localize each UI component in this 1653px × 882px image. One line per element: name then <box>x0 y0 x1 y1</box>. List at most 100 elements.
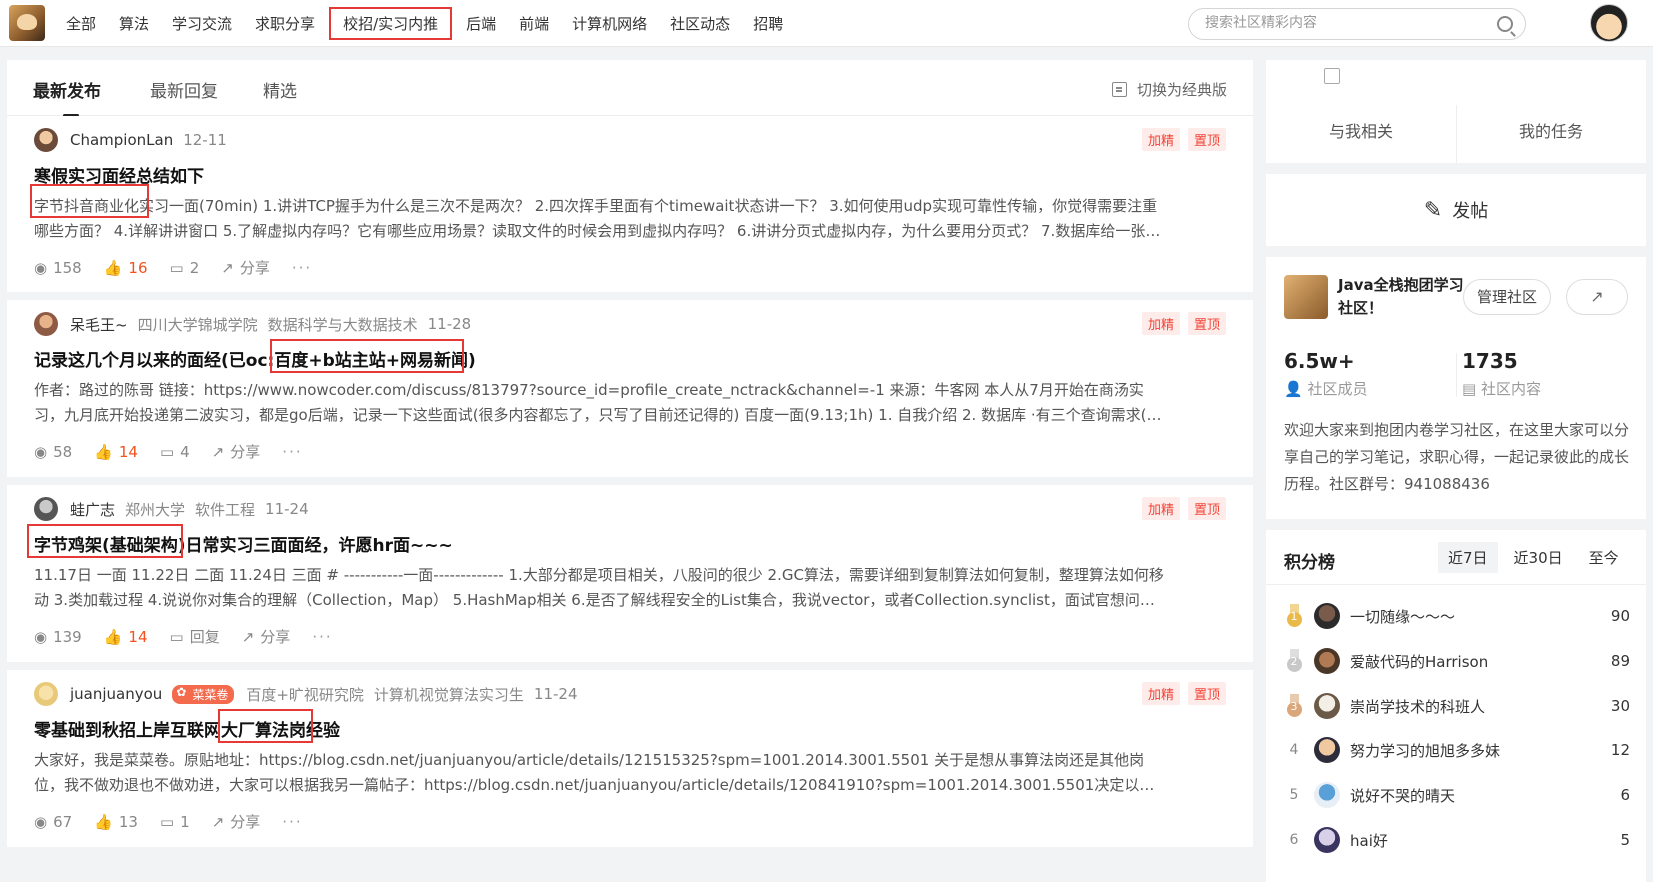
tag-pinned[interactable]: 置顶 <box>1187 312 1226 335</box>
user-avatar[interactable] <box>1314 737 1340 763</box>
share-button[interactable]: ↗ 分享 <box>212 441 261 462</box>
post-card[interactable]: 蛙广志 郑州大学 软件工程 11-24 加精 置顶 字节鸡架(基础架构)日常实习… <box>7 485 1253 670</box>
edit-icon[interactable] <box>1324 68 1340 84</box>
nav-item-frontend[interactable]: 前端 <box>519 13 549 34</box>
like-button[interactable]: 👍 14 <box>94 443 138 461</box>
tab-30-days[interactable]: 近30日 <box>1504 542 1573 573</box>
leaderboard-row[interactable]: 5 说好不哭的晴天 6 <box>1284 780 1630 810</box>
members-count: 6.5w+ <box>1284 349 1355 373</box>
share-icon: ↗ <box>221 258 234 277</box>
user-name[interactable]: 一切随缘～～～ <box>1350 606 1611 627</box>
nav-item-campus-referral[interactable]: 校招/实习内推 <box>329 7 453 40</box>
post-excerpt[interactable]: 作者：路过的陈哥 链接：https://www.nowcoder.com/dis… <box>34 378 1166 428</box>
post-excerpt[interactable]: 字节抖音商业化实习一面(70min) 1.讲讲TCP握手为什么是三次不是两次？ … <box>34 194 1166 244</box>
tab-my-tasks[interactable]: 我的任务 <box>1456 118 1646 142</box>
post-title[interactable]: 记录这几个月以来的面经(已oc:百度+b站主站+网易新闻) <box>34 346 476 371</box>
author-avatar[interactable] <box>34 682 58 706</box>
leaderboard-row[interactable]: 3 崇尚学技术的科班人 30 <box>1284 691 1630 721</box>
more-options-icon[interactable]: ··· <box>282 813 302 831</box>
tab-featured[interactable]: 精选 <box>263 77 297 102</box>
author-name[interactable]: ChampionLan <box>70 131 173 149</box>
reply-button[interactable]: ▭ 回复 <box>170 626 220 647</box>
user-name[interactable]: 爱敲代码的Harrison <box>1350 651 1611 672</box>
user-name[interactable]: 崇尚学技术的科班人 <box>1350 696 1611 717</box>
site-logo[interactable] <box>9 5 45 41</box>
comment-button[interactable]: ▭ 2 <box>170 259 200 277</box>
tab-related-to-me[interactable]: 与我相关 <box>1266 118 1456 142</box>
share-button[interactable]: ↗ 分享 <box>242 626 291 647</box>
post-title[interactable]: 字节鸡架(基础架构)日常实习三面面经，许愿hr面~~~ <box>34 531 453 556</box>
like-button[interactable]: 👍 14 <box>104 628 148 646</box>
tag-featured[interactable]: 加精 <box>1141 312 1180 335</box>
nav-item-all[interactable]: 全部 <box>66 13 96 34</box>
tag-pinned[interactable]: 置顶 <box>1187 682 1226 705</box>
post-excerpt[interactable]: 11.17日 一面 11.22日 二面 11.24日 三面 # --------… <box>34 563 1166 613</box>
author-name[interactable]: 呆毛王~ <box>70 314 128 335</box>
user-avatar[interactable] <box>1314 827 1340 853</box>
rank-number: 5 <box>1289 787 1299 803</box>
author-avatar[interactable] <box>34 312 58 336</box>
switch-label: 切换为经典版 <box>1136 81 1227 99</box>
comment-button[interactable]: ▭ 4 <box>160 443 190 461</box>
tab-7-days[interactable]: 近7日 <box>1438 542 1498 573</box>
tag-featured[interactable]: 加精 <box>1141 497 1180 520</box>
nav-item-backend[interactable]: 后端 <box>466 13 496 34</box>
nav-item-community-news[interactable]: 社区动态 <box>670 13 730 34</box>
tab-latest[interactable]: 最新发布 <box>33 77 101 117</box>
search-icon[interactable] <box>1497 16 1513 32</box>
user-name[interactable]: 努力学习的旭旭多多妹 <box>1350 740 1611 761</box>
more-options-icon[interactable]: ··· <box>312 628 332 646</box>
author-avatar[interactable] <box>34 128 58 152</box>
nav-item-learning[interactable]: 学习交流 <box>172 13 232 34</box>
share-icon: ↗ <box>211 442 225 461</box>
tab-all-time[interactable]: 至今 <box>1579 542 1629 573</box>
user-avatar[interactable] <box>1314 782 1340 808</box>
share-button[interactable]: ↗ 分享 <box>221 257 270 278</box>
like-button[interactable]: 👍 13 <box>94 813 138 831</box>
more-options-icon[interactable]: ··· <box>292 259 312 277</box>
author-avatar[interactable] <box>34 497 58 521</box>
nav-item-job-sharing[interactable]: 求职分享 <box>255 13 315 34</box>
share-button[interactable]: ↗ 分享 <box>212 811 261 832</box>
tag-pinned[interactable]: 置顶 <box>1187 128 1226 151</box>
user-avatar[interactable] <box>1314 693 1340 719</box>
tag-featured[interactable]: 加精 <box>1141 128 1180 151</box>
nav-item-algorithm[interactable]: 算法 <box>119 13 149 34</box>
nav-item-recruit[interactable]: 招聘 <box>753 13 783 34</box>
search-input[interactable] <box>1205 15 1485 31</box>
user-name[interactable]: 说好不哭的晴天 <box>1350 785 1620 806</box>
leaderboard-row[interactable]: 6 hai好 5 <box>1284 825 1630 855</box>
leaderboard-row[interactable]: 4 努力学习的旭旭多多妹 12 <box>1284 735 1630 765</box>
switch-classic-button[interactable]: 切换为经典版 <box>1111 79 1227 100</box>
leaderboard-row[interactable]: 1 一切随缘～～～ 90 <box>1284 601 1630 631</box>
manage-community-button[interactable]: 管理社区 <box>1463 279 1551 315</box>
like-button[interactable]: 👍 16 <box>104 259 148 277</box>
eye-icon: ◉ <box>34 812 48 831</box>
create-post-button[interactable]: ✎ 发帖 <box>1266 174 1646 246</box>
points-value: 5 <box>1620 831 1630 849</box>
post-card[interactable]: juanjuanyou 菜菜卷 百度+旷视研究院 计算机视觉算法实习生 11-2… <box>7 670 1253 855</box>
post-card[interactable]: 呆毛王~ 四川大学锦城学院 数据科学与大数据技术 11-28 加精 置顶 记录这… <box>7 300 1253 485</box>
user-avatar[interactable] <box>1314 648 1340 674</box>
leaderboard-row[interactable]: 2 爱敲代码的Harrison 89 <box>1284 646 1630 676</box>
post-card[interactable]: ChampionLan 12-11 加精 置顶 寒假实习面经总结如下 字节抖音商… <box>7 116 1253 300</box>
post-title[interactable]: 零基础到秋招上岸互联网大厂算法岗经验 <box>34 716 340 741</box>
divider <box>1266 584 1646 585</box>
author-name[interactable]: 蛙广志 <box>70 499 115 520</box>
tab-latest-reply[interactable]: 最新回复 <box>150 77 218 102</box>
tag-featured[interactable]: 加精 <box>1141 682 1180 705</box>
post-tags: 加精 置顶 <box>1134 497 1226 520</box>
post-excerpt[interactable]: 大家好，我是菜菜卷。原贴地址：https://blog.csdn.net/jua… <box>34 748 1166 798</box>
post-title[interactable]: 寒假实习面经总结如下 <box>34 162 204 187</box>
community-name[interactable]: Java全栈抱团学习社区！ <box>1338 274 1468 320</box>
user-avatar[interactable] <box>1590 4 1628 42</box>
nav-item-network[interactable]: 计算机网络 <box>572 13 647 34</box>
author-name[interactable]: juanjuanyou <box>70 685 162 703</box>
user-name[interactable]: hai好 <box>1350 830 1620 851</box>
tag-pinned[interactable]: 置顶 <box>1187 497 1226 520</box>
community-logo[interactable] <box>1284 275 1328 319</box>
comment-button[interactable]: ▭ 1 <box>160 813 190 831</box>
user-avatar[interactable] <box>1314 603 1340 629</box>
more-options-icon[interactable]: ··· <box>282 443 302 461</box>
share-community-button[interactable]: ↗ <box>1566 279 1628 315</box>
